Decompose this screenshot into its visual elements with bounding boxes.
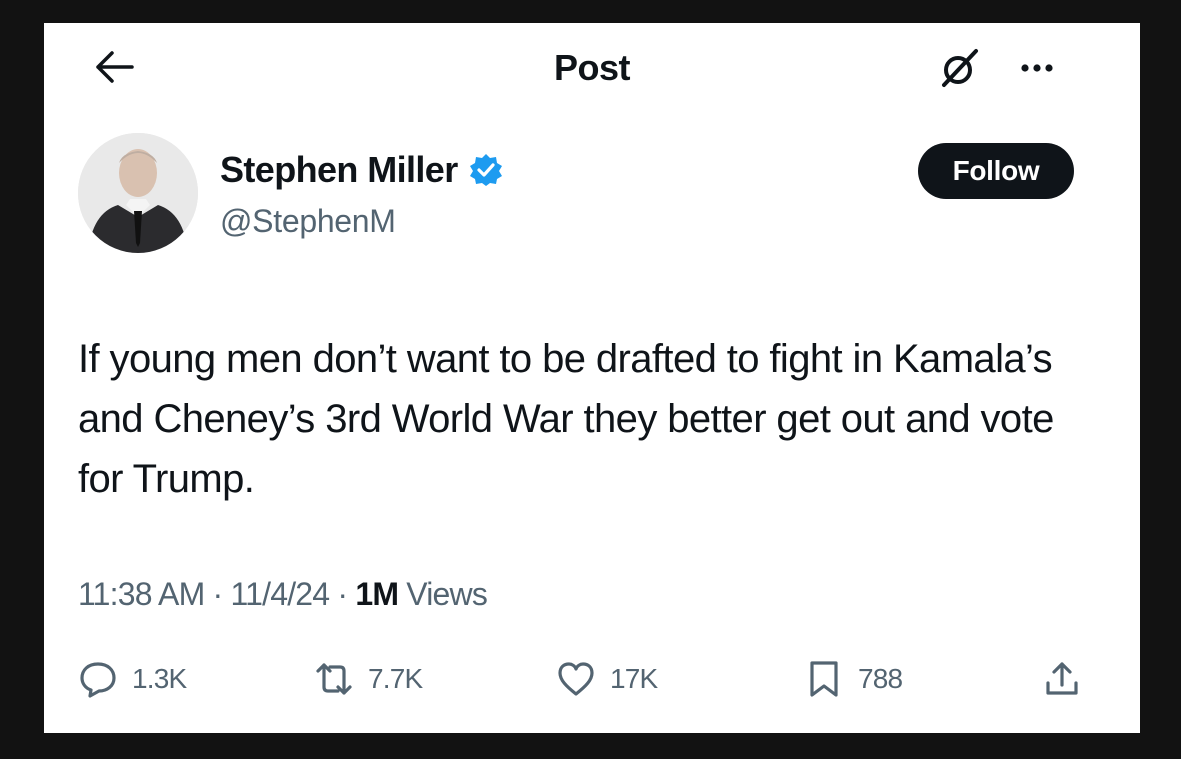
- repost-button[interactable]: 7.7K: [314, 659, 423, 699]
- like-icon: [558, 662, 594, 696]
- post-card: Post Stephen Miller @StephenM Follow If …: [44, 23, 1140, 733]
- more-options-button[interactable]: [1012, 53, 1062, 83]
- meta-separator: ·: [337, 576, 356, 612]
- author-name-row: Stephen Miller: [220, 149, 504, 191]
- reply-icon: [80, 662, 116, 698]
- reply-count: 1.3K: [132, 663, 187, 694]
- repost-icon: [316, 663, 352, 695]
- like-count: 17K: [610, 663, 658, 694]
- bookmark-count: 788: [858, 663, 903, 694]
- meta-separator: ·: [212, 576, 231, 612]
- post-date[interactable]: 11/4/24: [230, 576, 330, 612]
- bookmark-icon: [810, 661, 838, 697]
- avatar[interactable]: [78, 133, 198, 253]
- top-bar: Post: [44, 23, 1140, 113]
- post-text: If young men don’t want to be drafted to…: [78, 337, 1054, 501]
- author-handle[interactable]: @StephenM: [220, 203, 396, 240]
- post-time[interactable]: 11:38 AM: [78, 576, 205, 612]
- bookmark-button[interactable]: 788: [804, 659, 903, 699]
- author-name[interactable]: Stephen Miller: [220, 149, 458, 191]
- repost-count: 7.7K: [368, 663, 423, 694]
- post-meta: 11:38 AM · 11/4/24 · 1M Views: [78, 576, 488, 613]
- more-icon: [1021, 64, 1053, 72]
- follow-button[interactable]: Follow: [918, 143, 1074, 199]
- action-bar: 1.3K 7.7K 17K 788: [44, 659, 1140, 709]
- grok-icon: [942, 49, 978, 87]
- reply-button[interactable]: 1.3K: [78, 659, 187, 699]
- views-label: Views: [406, 576, 488, 612]
- like-button[interactable]: 17K: [556, 659, 658, 699]
- views-count: 1M: [355, 576, 399, 612]
- share-button[interactable]: [1042, 659, 1082, 699]
- profile-photo-icon: [78, 133, 198, 253]
- grok-button[interactable]: [934, 43, 984, 93]
- share-icon: [1046, 662, 1078, 695]
- verified-badge-icon: [469, 154, 502, 186]
